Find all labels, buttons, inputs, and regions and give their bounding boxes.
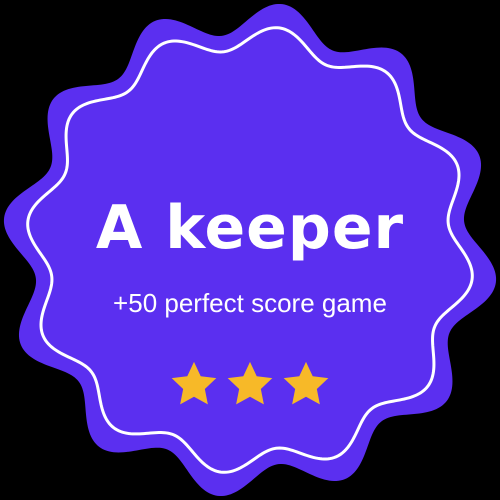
star-icon	[283, 361, 329, 405]
badge-title: A keeper	[95, 193, 405, 263]
badge-subtitle: +50 perfect score game	[113, 288, 387, 318]
rating-stars	[0, 358, 500, 414]
star-icon	[227, 361, 273, 405]
star-icon	[171, 361, 217, 405]
badge-stage: A keeper +50 perfect score game	[0, 0, 500, 500]
